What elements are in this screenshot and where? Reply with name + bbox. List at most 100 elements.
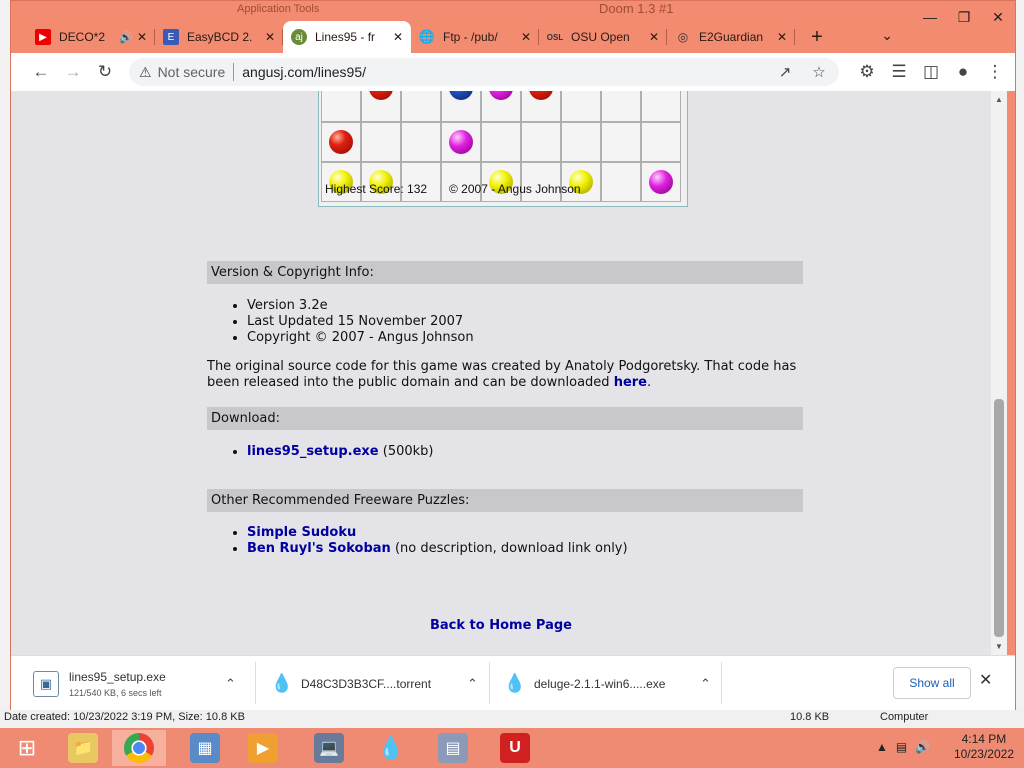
computer-icon: 💻 [314, 733, 344, 763]
chrome-icon [124, 733, 154, 763]
warning-icon[interactable]: ⚠ [139, 64, 152, 81]
close-tab-icon[interactable]: ✕ [265, 30, 275, 44]
volume-icon[interactable]: 🔊 [915, 740, 930, 754]
taskbar-computer[interactable]: 💻 [302, 730, 356, 766]
close-tab-icon[interactable]: ✕ [393, 30, 403, 44]
board-cell [641, 122, 681, 162]
profile-avatar-icon[interactable]: ● [947, 56, 979, 88]
source-here-link[interactable]: here [614, 375, 647, 390]
globe-icon: 🌐 [418, 29, 436, 44]
tab-search-chevron-icon[interactable]: ⌄ [881, 27, 893, 44]
sokoban-link[interactable]: Ben Ruyl's Sokoban [247, 541, 391, 556]
new-tab-button[interactable]: + [803, 21, 831, 53]
tab-easybcd[interactable]: E EasyBCD 2. ✕ [155, 21, 283, 53]
scroll-up-icon[interactable]: ▲ [995, 95, 1003, 104]
taskbar-control-panel[interactable]: ▦ [178, 730, 232, 766]
download-name: deluge-2.1.1-win6.....exe [534, 676, 666, 691]
board-cell [321, 122, 361, 162]
game-status-bar: Highest Score: 132 © 2007 - Angus Johnso… [321, 178, 685, 200]
tab-label: Lines95 - fr [315, 30, 376, 44]
control-panel-icon: ▦ [190, 733, 220, 763]
web-page: Highest Score: 132 © 2007 - Angus Johnso… [11, 91, 991, 655]
bookmark-star-icon[interactable]: ☆ [805, 63, 833, 81]
side-panel-icon[interactable]: ◫ [915, 56, 947, 88]
status-computer: Computer [880, 711, 929, 723]
windows-taskbar: ⊞ 📁 ▦ ▶ 💻 💧 ▤ U ▲ ▤ 🔊 4:14 PM 10/23/2022 [0, 728, 1024, 768]
forward-icon[interactable]: → [57, 56, 89, 88]
menu-kebab-icon[interactable]: ⋮ [979, 56, 1011, 88]
red-ball [369, 91, 393, 100]
board-cell [441, 122, 481, 162]
close-tab-icon[interactable]: ✕ [777, 30, 787, 44]
sokoban-note: (no description, download link only) [390, 541, 628, 556]
close-tab-icon[interactable]: ✕ [649, 30, 659, 44]
list-item: Copyright © 2007 - Angus Johnson [247, 330, 474, 346]
easybcd-icon: E [163, 29, 179, 45]
extensions-icon[interactable]: ⚙ [851, 56, 883, 88]
restore-button[interactable]: ❐ [947, 5, 981, 29]
download-item-torrent[interactable]: 💧 D48C3D3B3CF....torrent ⌃ [269, 656, 489, 711]
lines95-setup-link[interactable]: lines95_setup.exe [247, 444, 379, 459]
folder-icon: 📁 [68, 733, 98, 763]
board-cell [481, 122, 521, 162]
media-control-icon[interactable]: ☰ [883, 56, 915, 88]
tab-osu[interactable]: OSL OSU Open ✕ [539, 21, 667, 53]
download-item-lines95[interactable]: ▣ lines95_setup.exe 121/540 KB, 6 secs l… [33, 656, 243, 711]
simple-sudoku-link[interactable]: Simple Sudoku [247, 525, 356, 540]
lines95-game-screenshot: Highest Score: 132 © 2007 - Angus Johnso… [318, 91, 688, 207]
network-icon[interactable]: ▤ [896, 740, 907, 754]
close-window-button[interactable]: ✕ [981, 5, 1015, 29]
back-to-home-link[interactable]: Back to Home Page [430, 618, 572, 633]
board-cell [601, 122, 641, 162]
list-item: lines95_setup.exe (500kb) [247, 444, 433, 460]
board-cell [321, 91, 361, 122]
windows-logo-icon: ⊞ [17, 735, 37, 760]
tab-label: Ftp - /pub/ [443, 30, 498, 44]
browser-window: Application Tools Doom 1.3 #1 — ❐ ✕ ▶ DE… [10, 0, 1016, 710]
tab-strip: ▶ DECO*2 🔊 ✕ E EasyBCD 2. ✕ aj Lines95 -… [27, 21, 831, 53]
start-button[interactable]: ⊞ [0, 730, 54, 766]
taskbar-app[interactable]: U [488, 730, 542, 766]
tab-lines95[interactable]: aj Lines95 - fr ✕ [283, 21, 411, 53]
tray-expand-icon[interactable]: ▲ [876, 740, 888, 754]
ghost-title-2: Doom 1.3 #1 [599, 1, 674, 16]
taskbar-media[interactable]: ▶ [236, 730, 290, 766]
red-ball [529, 91, 553, 100]
chevron-up-icon[interactable]: ⌃ [700, 676, 711, 692]
share-icon[interactable]: ↗ [771, 63, 799, 81]
freeware-section-header: Other Recommended Freeware Puzzles: [207, 489, 803, 512]
address-bar[interactable]: ⚠ Not secure angusj.com/lines95/ ↗ ☆ [129, 58, 839, 86]
taskbar-chrome[interactable] [112, 730, 166, 766]
scroll-down-icon[interactable]: ▼ [995, 642, 1003, 651]
tab-deco[interactable]: ▶ DECO*2 🔊 ✕ [27, 21, 155, 53]
list-item: Simple Sudoku [247, 525, 628, 541]
tab-label: OSU Open [571, 30, 630, 44]
taskbar-monitor[interactable]: ▤ [426, 730, 480, 766]
scroll-thumb[interactable] [994, 399, 1004, 637]
deluge-drop-icon: 💧 [377, 735, 405, 760]
close-tab-icon[interactable]: ✕ [137, 30, 147, 44]
magenta-ball [489, 91, 513, 100]
url-text[interactable]: angusj.com/lines95/ [242, 64, 366, 80]
game-copyright-text: © 2007 - Angus Johnson [449, 182, 581, 196]
taskbar-explorer[interactable]: 📁 [56, 730, 110, 766]
close-shelf-icon[interactable]: ✕ [979, 670, 992, 690]
reload-icon[interactable]: ↻ [89, 56, 121, 88]
show-all-button[interactable]: Show all [893, 667, 971, 699]
clock-time: 4:14 PM [961, 732, 1007, 746]
tab-e2guardian[interactable]: ◎ E2Guardian ✕ [667, 21, 795, 53]
taskbar-clock[interactable]: 4:14 PM 10/23/2022 [954, 732, 1014, 762]
board-cell [361, 91, 401, 122]
board-cell [521, 122, 561, 162]
audio-icon[interactable]: 🔊 [119, 31, 133, 44]
minimize-button[interactable]: — [913, 5, 947, 29]
chevron-up-icon[interactable]: ⌃ [467, 676, 478, 692]
board-cell [561, 91, 601, 122]
chevron-up-icon[interactable]: ⌃ [225, 676, 236, 692]
tab-ftp[interactable]: 🌐 Ftp - /pub/ ✕ [411, 21, 539, 53]
back-icon[interactable]: ← [25, 56, 57, 88]
taskbar-deluge[interactable]: 💧 [364, 730, 418, 766]
close-tab-icon[interactable]: ✕ [521, 30, 531, 44]
page-scrollbar[interactable]: ▲ ▼ [991, 91, 1007, 655]
download-item-deluge[interactable]: 💧 deluge-2.1.1-win6.....exe ⌃ [502, 656, 722, 711]
